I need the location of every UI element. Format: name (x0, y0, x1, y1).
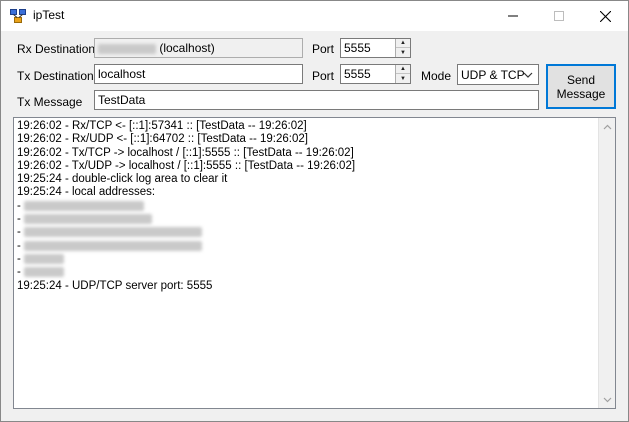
rx-port-value: 5555 (344, 41, 371, 55)
spin-down-arrow-icon[interactable]: ▼ (396, 74, 410, 83)
window-title: ipTest (33, 8, 65, 22)
log-line: 19:25:24 - local addresses: (17, 186, 597, 199)
log-line: 19:26:02 - Tx/UDP -> localhost / [::1]:5… (17, 160, 597, 173)
log-area[interactable]: 19:26:02 - Rx/TCP <- [::1]:57341 :: [Tes… (13, 117, 616, 409)
redacted-address (24, 267, 65, 278)
log-line: - (17, 253, 597, 266)
log-line-text: - (17, 239, 25, 252)
mode-select[interactable]: UDP & TCP (457, 64, 539, 85)
minimize-button[interactable] (490, 1, 536, 31)
log-line-text: 19:25:24 - local addresses: (17, 186, 156, 199)
log-lines: 19:26:02 - Rx/TCP <- [::1]:57341 :: [Tes… (17, 120, 597, 293)
log-line-text: 19:26:02 - Rx/TCP <- [::1]:57341 :: [Tes… (17, 120, 307, 132)
log-line: - (17, 240, 597, 253)
spin-down-arrow-icon[interactable]: ▼ (396, 48, 410, 57)
log-line-text: 19:26:02 - Tx/UDP -> localhost / [::1]:5… (17, 159, 356, 172)
redacted-address (24, 200, 145, 211)
log-line: - (17, 226, 597, 239)
chevron-down-icon (523, 72, 533, 78)
tx-port-label: Port (312, 69, 335, 83)
spin-up-arrow-icon[interactable]: ▲ (396, 39, 410, 48)
tx-message-input[interactable]: TestData (94, 90, 539, 110)
log-line-text: - (17, 266, 25, 279)
log-line: 19:26:02 - Rx/TCP <- [::1]:57341 :: [Tes… (17, 120, 597, 133)
log-line: - (17, 266, 597, 279)
maximize-button[interactable] (536, 1, 582, 31)
rx-destination-field[interactable]: (localhost) (94, 38, 303, 58)
tx-destination-input[interactable]: localhost (94, 64, 303, 84)
title-bar[interactable]: ipTest (1, 1, 628, 31)
log-line: 19:26:02 - Tx/TCP -> localhost / [::1]:5… (17, 147, 597, 160)
redacted-address (24, 253, 65, 264)
log-line-text: 19:25:24 - UDP/TCP server port: 5555 (17, 279, 213, 292)
redacted-hostname (98, 43, 156, 54)
log-line-text: 19:25:24 - double-click log area to clea… (17, 173, 228, 186)
close-button[interactable] (582, 1, 628, 31)
log-line-text: 19:26:02 - Tx/TCP -> localhost / [::1]:5… (17, 146, 354, 159)
rx-port-spin-buttons: ▲ ▼ (395, 39, 410, 57)
maximize-icon (554, 11, 564, 21)
tx-destination-label: Tx Destination (17, 69, 94, 83)
log-line-text: - (17, 199, 25, 212)
log-line-text: 19:26:02 - Rx/UDP <- [::1]:64702 :: [Tes… (17, 133, 308, 146)
log-line: 19:25:24 - double-click log area to clea… (17, 173, 597, 186)
log-line: - (17, 200, 597, 213)
scroll-down-button[interactable] (599, 391, 615, 408)
log-line-text: - (17, 252, 25, 265)
redacted-address (24, 227, 203, 238)
rx-destination-suffix: (localhost) (159, 41, 215, 55)
app-window: ipTest Rx Destination (localhost) Port 5… (0, 0, 629, 422)
log-line: 19:26:02 - Rx/UDP <- [::1]:64702 :: [Tes… (17, 133, 597, 146)
log-line-text: - (17, 213, 25, 226)
rx-port-label: Port (312, 42, 335, 56)
redacted-address (24, 240, 203, 251)
tx-port-spin-buttons: ▲ ▼ (395, 65, 410, 83)
log-scrollbar[interactable] (598, 118, 615, 408)
send-button-label: Send Message (556, 72, 606, 101)
network-app-icon (10, 9, 26, 23)
tx-port-stepper[interactable]: 5555 ▲ ▼ (340, 64, 411, 84)
redacted-address (24, 214, 153, 225)
scroll-down-arrow-icon (603, 397, 611, 402)
log-line: 19:25:24 - UDP/TCP server port: 5555 (17, 280, 597, 293)
scroll-up-arrow-icon (603, 124, 611, 129)
client-area: Rx Destination (localhost) Port 5555 ▲ ▼… (1, 31, 628, 421)
log-line-text: - (17, 226, 25, 239)
tx-message-label: Tx Message (17, 95, 83, 109)
minimize-icon (508, 15, 518, 17)
mode-label: Mode (421, 69, 452, 83)
log-line: - (17, 213, 597, 226)
close-icon (599, 10, 611, 22)
send-message-button[interactable]: Send Message (546, 64, 616, 109)
tx-port-value: 5555 (344, 67, 371, 81)
mode-value: UDP & TCP (461, 68, 525, 82)
scroll-up-button[interactable] (599, 118, 615, 135)
spin-up-arrow-icon[interactable]: ▲ (396, 65, 410, 74)
rx-destination-label: Rx Destination (17, 42, 96, 56)
rx-port-stepper[interactable]: 5555 ▲ ▼ (340, 38, 411, 58)
